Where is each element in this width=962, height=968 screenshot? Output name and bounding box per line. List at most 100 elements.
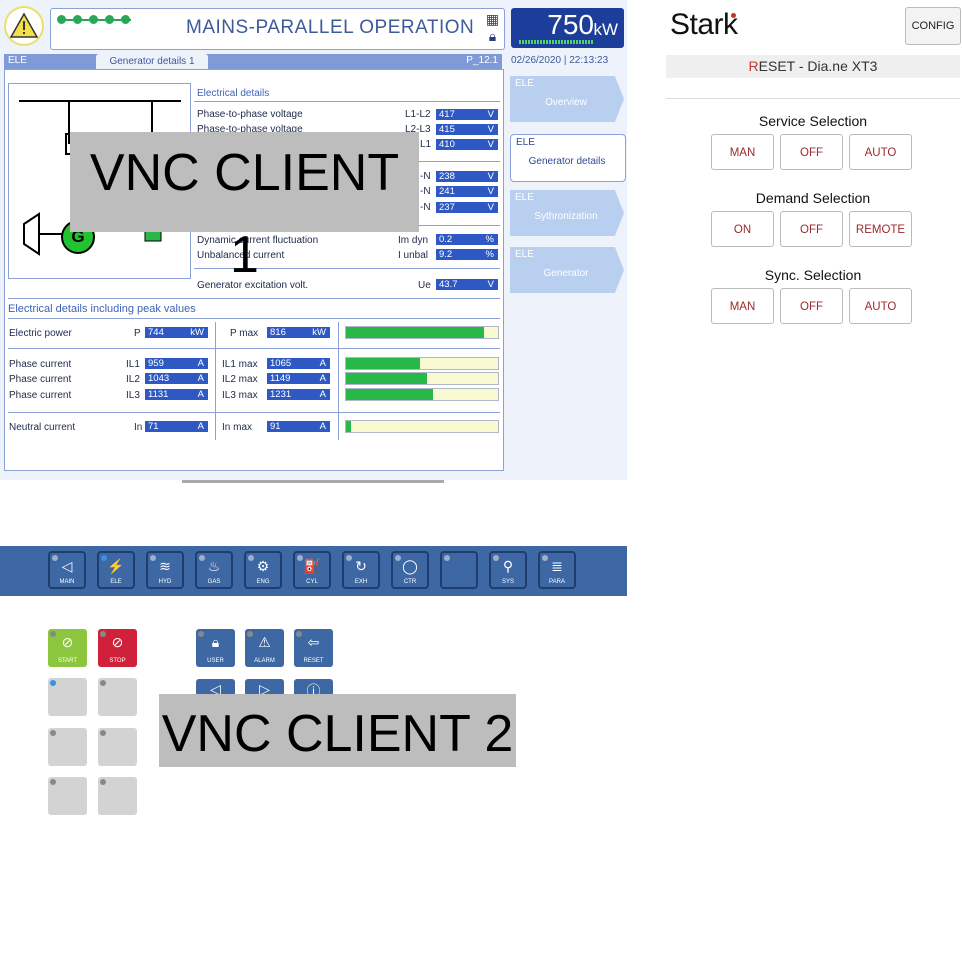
- toolbar-button-hyd[interactable]: ≋ HYD: [146, 551, 184, 589]
- group-title: Sync. Selection: [764, 267, 862, 283]
- peak-row-label: Phase current: [9, 374, 72, 385]
- blank-key[interactable]: [98, 678, 137, 716]
- start-button[interactable]: ⊘ START: [48, 629, 87, 667]
- toolbar-icon: ♨: [207, 558, 221, 574]
- user-button[interactable]: 🔒︎ USER: [196, 629, 235, 667]
- demand-off-button[interactable]: OFF: [780, 211, 843, 247]
- toolbar-button-sys[interactable]: ⚲ SYS: [489, 551, 527, 589]
- window-edge: [182, 480, 444, 483]
- config-button[interactable]: CONFIG: [905, 7, 961, 45]
- peak-row-code: In: [134, 422, 143, 433]
- vnc-client-1-screen: MAINS-PARALLEL OPERATION ▦ 🔒︎ 750 kW ELE …: [0, 0, 627, 480]
- alarm-button[interactable]: ⚠ ALARM: [245, 629, 284, 667]
- stark-logo: Stark: [670, 8, 738, 41]
- blank-key[interactable]: [48, 678, 87, 716]
- blank-key[interactable]: [98, 777, 137, 815]
- sync-off-button[interactable]: OFF: [780, 288, 843, 324]
- divider: [194, 101, 500, 102]
- power-unit: kW: [593, 20, 618, 39]
- row-code: L1: [420, 139, 432, 150]
- demand-on-button[interactable]: ON: [711, 211, 774, 247]
- reset-button[interactable]: ⇦ RESET: [294, 629, 333, 667]
- toolbar-icon: ◁: [61, 558, 73, 574]
- toolbar-button-eng[interactable]: ⚙ ENG: [244, 551, 282, 589]
- divider: [666, 98, 960, 99]
- load-bar: [345, 420, 499, 433]
- toolbar-button-blank[interactable]: [440, 551, 478, 589]
- peak-value-field: 1131 A: [145, 389, 208, 400]
- toolbar-button-ctr[interactable]: ◯ CTR: [391, 551, 429, 589]
- toolbar-icon: ↻: [355, 558, 367, 574]
- datetime: 02/26/2020 | 22:13:23: [511, 55, 609, 66]
- peak-value-field: 959 A: [145, 358, 208, 369]
- peak-row-code: IL1: [126, 359, 140, 370]
- load-bar: [345, 388, 499, 401]
- service-auto-button[interactable]: AUTO: [849, 134, 912, 170]
- side-nav-item-sythronization[interactable]: ELE Sythronization: [510, 190, 624, 236]
- peak-row-code: IL3: [126, 390, 140, 401]
- value-field: 9.2%: [436, 249, 498, 260]
- service-off-button[interactable]: OFF: [780, 134, 843, 170]
- peak-row-code: P: [134, 328, 141, 339]
- vnc-client-1-label: VNC CLIENT 1: [70, 132, 419, 284]
- peak-max-field: 1149 A: [267, 373, 330, 384]
- peak-row-label: Neutral current: [9, 422, 76, 433]
- warning-icon[interactable]: [4, 6, 44, 46]
- peak-row-code: IL2: [126, 374, 140, 385]
- load-bar: [345, 326, 499, 339]
- hmi-toolbar: ◁ MAIN ⚡ ELE ≋ HYD ♨ GAS ⚙ ENG ⛽ CYL ↻ EXH ◯ CTR ⚲ SYS ≣ PA…: [0, 546, 627, 596]
- stop-button[interactable]: ⊘ STOP: [98, 629, 137, 667]
- group-title: Service Selection: [758, 113, 868, 129]
- page-code: P_12.1: [466, 55, 498, 66]
- tab-generator-details-1[interactable]: Generator details 1: [96, 54, 208, 69]
- sync-auto-button[interactable]: AUTO: [849, 288, 912, 324]
- row-code: I unbal: [398, 250, 429, 261]
- status-dot-icon: [73, 15, 82, 24]
- peak-max-code: IL2 max: [222, 374, 258, 385]
- value-field: 238 V: [436, 171, 498, 182]
- sync-man-button[interactable]: MAN: [711, 288, 774, 324]
- value-field: 237 V: [436, 202, 498, 213]
- toolbar-button-ele[interactable]: ⚡ ELE: [97, 551, 135, 589]
- power-bar: [519, 40, 594, 44]
- toolbar-button-para[interactable]: ≣ PARA: [538, 551, 576, 589]
- toolbar-button-main[interactable]: ◁ MAIN: [48, 551, 86, 589]
- peak-max-code: P max: [230, 328, 259, 339]
- section-peak-values: Electrical details including peak values: [8, 303, 196, 315]
- row-code: -N: [420, 202, 431, 213]
- toolbar-icon: ⛽: [303, 558, 321, 574]
- toolbar-icon: ≋: [159, 558, 171, 574]
- section-electrical-details: Electrical details: [197, 88, 270, 99]
- blank-key[interactable]: [48, 728, 87, 766]
- demand-remote-button[interactable]: REMOTE: [849, 211, 912, 247]
- peak-max-field: 1231 A: [267, 389, 330, 400]
- peak-max-code: IL1 max: [222, 359, 258, 370]
- service-man-button[interactable]: MAN: [711, 134, 774, 170]
- side-nav-item-generator-details[interactable]: ELE Generator details: [510, 134, 626, 182]
- power-display: 750 kW: [511, 8, 624, 48]
- row-code: Im dyn: [398, 235, 429, 246]
- operation-mode-box: MAINS-PARALLEL OPERATION: [50, 8, 505, 50]
- toolbar-icon: ≣: [551, 558, 563, 574]
- lock-icon[interactable]: ▦ 🔒︎: [484, 11, 501, 47]
- side-nav-item-generator[interactable]: ELE Generator: [510, 247, 624, 293]
- toolbar-button-exh[interactable]: ↻ EXH: [342, 551, 380, 589]
- status-dot-icon: [121, 15, 130, 24]
- load-bar-fill: [346, 358, 421, 369]
- toolbar-button-cyl[interactable]: ⛽ CYL: [293, 551, 331, 589]
- value-field: 241 V: [436, 186, 498, 197]
- blank-key[interactable]: [98, 728, 137, 766]
- side-nav-item-overview[interactable]: ELE Overview: [510, 76, 624, 122]
- operation-mode-title: MAINS-PARALLEL OPERATION: [186, 17, 475, 38]
- divider: [8, 348, 500, 349]
- toolbar-button-gas[interactable]: ♨ GAS: [195, 551, 233, 589]
- blank-key[interactable]: [48, 777, 87, 815]
- peak-max-field: 816 kW: [267, 327, 330, 338]
- toolbar-icon: ⚙: [256, 558, 270, 574]
- toolbar-icon: ◯: [402, 558, 418, 574]
- device-status: RESET - Dia.ne XT3: [666, 55, 960, 78]
- peak-max-field: 1065 A: [267, 358, 330, 369]
- divider: [338, 322, 339, 440]
- status-dot-icon: [57, 15, 66, 24]
- peak-row-label: Phase current: [9, 390, 72, 401]
